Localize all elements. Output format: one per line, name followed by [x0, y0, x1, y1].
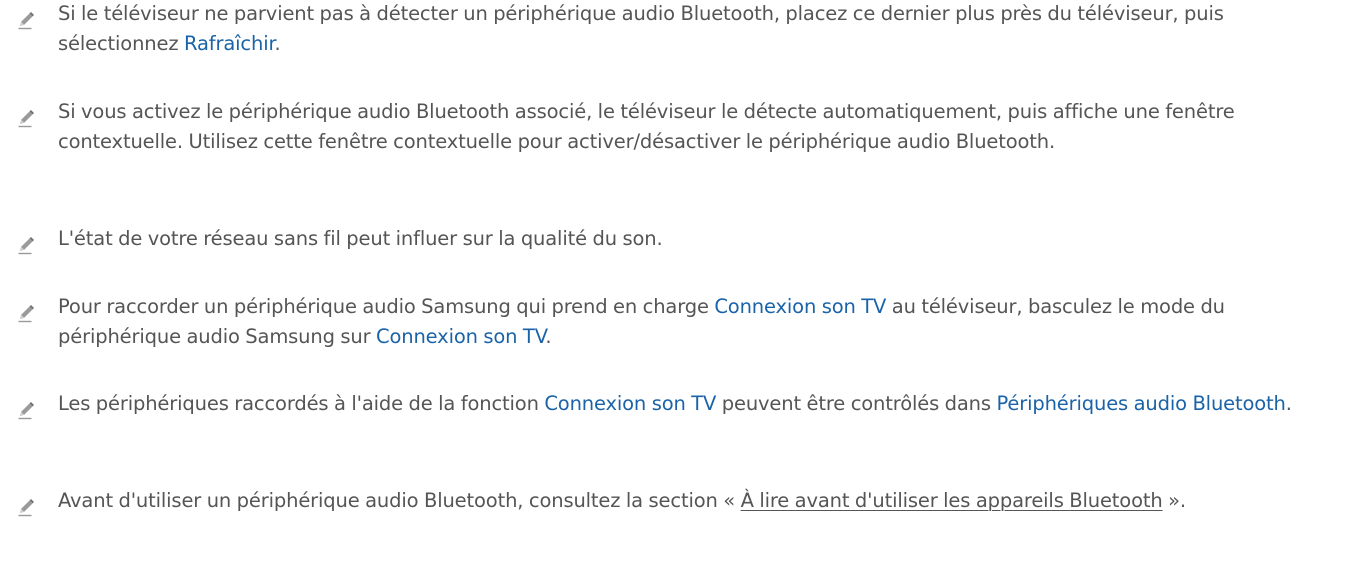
connexion-son-tv-link[interactable]: Connexion son TV: [714, 295, 886, 318]
note-text: peuvent être contrôlés dans: [716, 392, 997, 415]
note-text: ».: [1162, 489, 1186, 512]
note-text: Les périphériques raccordés à l'aide de …: [58, 392, 545, 415]
note-text: Pour raccorder un périphérique audio Sam…: [58, 295, 715, 318]
pencil-icon: [18, 237, 34, 255]
note-list: Si le téléviseur ne parvient pas à détec…: [0, 0, 1364, 562]
pencil-icon: [18, 305, 34, 323]
note-item: Si le téléviseur ne parvient pas à détec…: [58, 0, 1333, 59]
bluetooth-guide-link[interactable]: À lire avant d'utiliser les appareils Bl…: [741, 489, 1163, 512]
note-text: .: [545, 325, 552, 348]
note-item: Avant d'utiliser un périphérique audio B…: [58, 486, 1333, 516]
note-item: L'état de votre réseau sans fil peut inf…: [58, 224, 1333, 254]
rafraichir-link[interactable]: Rafraîchir: [184, 32, 275, 55]
connexion-son-tv-link[interactable]: Connexion son TV: [544, 392, 716, 415]
pencil-icon: [18, 402, 34, 420]
peripheriques-audio-bluetooth-link[interactable]: Périphériques audio Bluetooth: [996, 392, 1285, 415]
note-item: Si vous activez le périphérique audio Bl…: [58, 97, 1333, 157]
connexion-son-tv-link[interactable]: Connexion son TV: [376, 325, 546, 348]
note-item: Pour raccorder un périphérique audio Sam…: [58, 292, 1333, 352]
note-text: Avant d'utiliser un périphérique audio B…: [58, 489, 741, 512]
note-item: Les périphériques raccordés à l'aide de …: [58, 389, 1333, 419]
pencil-icon: [18, 12, 34, 30]
note-text: .: [1285, 392, 1292, 415]
pencil-icon: [18, 499, 34, 517]
note-text: Si vous activez le périphérique audio Bl…: [58, 100, 1235, 153]
pencil-icon: [18, 110, 34, 128]
note-text: .: [274, 32, 281, 55]
note-text: L'état de votre réseau sans fil peut inf…: [58, 227, 663, 250]
